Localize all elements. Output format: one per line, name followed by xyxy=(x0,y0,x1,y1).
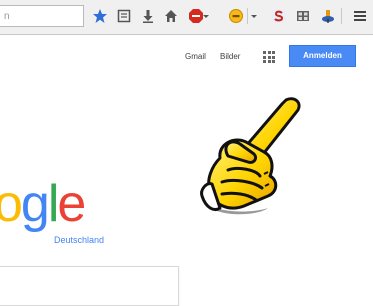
google-logo: ogle xyxy=(0,175,86,233)
gmail-link[interactable]: Gmail xyxy=(185,52,206,61)
images-link[interactable]: Bilder xyxy=(220,52,240,61)
reading-list-icon[interactable] xyxy=(116,8,132,24)
adblock-icon[interactable] xyxy=(188,8,204,24)
country-label: Deutschland xyxy=(54,235,105,245)
logo-letter-e: e xyxy=(57,175,86,233)
apps-grid-icon[interactable] xyxy=(263,51,275,63)
menu-icon[interactable] xyxy=(352,8,368,24)
chevron-down-icon[interactable] xyxy=(203,8,209,24)
extension-s-icon[interactable] xyxy=(271,8,287,24)
signin-button[interactable]: Anmelden xyxy=(289,45,356,67)
search-input[interactable] xyxy=(0,266,179,306)
toolbar-separator xyxy=(247,8,248,24)
pointing-hand-icon xyxy=(200,97,301,215)
browser-toolbar: n xyxy=(0,0,373,35)
home-icon[interactable] xyxy=(163,8,179,24)
emoji-icon[interactable] xyxy=(228,8,244,24)
logo-letter-g: g xyxy=(20,175,50,233)
grid-extension-icon[interactable] xyxy=(295,8,311,24)
toolbar-separator xyxy=(341,8,342,24)
pin-extension-icon[interactable] xyxy=(320,8,336,24)
bookmark-star-icon[interactable] xyxy=(92,8,108,24)
address-bar[interactable]: n xyxy=(0,5,84,27)
logo-letter-o: o xyxy=(0,175,23,233)
logo-letter-l: l xyxy=(47,175,59,233)
chevron-down-icon[interactable] xyxy=(251,8,257,24)
download-icon[interactable] xyxy=(140,8,156,24)
